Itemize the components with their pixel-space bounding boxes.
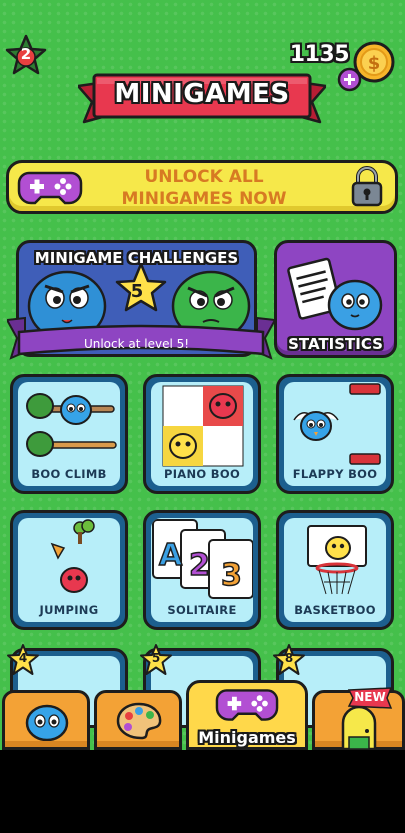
- tile-inner: BOO CLIMB: [18, 382, 120, 486]
- coin-count: 1135: [289, 42, 350, 67]
- nav-minigames-label: Minigames: [198, 728, 296, 747]
- paint-palette-icon: [116, 702, 162, 740]
- level-number: 2: [20, 45, 32, 63]
- game-tile-jumping[interactable]: JUMPING: [10, 510, 128, 630]
- boo-climb-artwork: [26, 393, 117, 457]
- solitaire-card-2: 2: [188, 547, 210, 584]
- challenges-unlock-text: Unlock at level 5!: [83, 337, 190, 351]
- game-label: BOO CLIMB: [31, 467, 107, 481]
- game-tile-piano-boo[interactable]: PIANO BOO: [143, 374, 261, 494]
- game-tile-flappy-boo[interactable]: FLAPPY BOO: [276, 374, 394, 494]
- jumping-artwork: [50, 519, 95, 593]
- basketboo-artwork: [307, 525, 367, 595]
- tile-inner: PIANO BOO: [151, 382, 253, 486]
- nav-tab-pet[interactable]: [2, 690, 90, 750]
- game-label: FLAPPY BOO: [292, 467, 378, 481]
- gamepad-icon: [17, 171, 83, 205]
- flappy-boo-artwork: [293, 383, 381, 465]
- game-tile-boo-climb[interactable]: BOO CLIMB: [10, 374, 128, 494]
- boo-face-icon: [25, 704, 69, 741]
- game-label: SOLITAIRE: [167, 603, 237, 617]
- solitaire-card-a: A: [158, 537, 183, 574]
- game-label: JUMPING: [39, 603, 99, 617]
- game-tile-solitaire[interactable]: A 2 3 SOLITAIRE: [143, 510, 261, 630]
- tile-inner: A 2 3 SOLITAIRE: [151, 518, 253, 622]
- required-level: 4: [18, 651, 28, 665]
- game-tile-basketboo[interactable]: BASKETBOO: [276, 510, 394, 630]
- unlock-all-label: UNLOCK ALL MINIGAMES NOW: [121, 167, 287, 209]
- statistics-button[interactable]: STATISTICS: [274, 240, 397, 358]
- tile-inner: FLAPPY BOO: [284, 382, 386, 486]
- statistics-label: STATISTICS: [288, 335, 383, 353]
- add-coins-plus-icon[interactable]: [337, 67, 362, 92]
- challenges-star-number: 5: [130, 281, 144, 302]
- padlock-icon: [351, 166, 383, 207]
- solitaire-card-3: 3: [220, 557, 242, 594]
- tile-inner: BASKETBOO: [284, 518, 386, 622]
- game-label: PIANO BOO: [163, 467, 241, 481]
- minigames-screen: 2 1135 $ MINIGAMES UNLOCK ALL MINIGAMES …: [0, 0, 405, 750]
- svg-text:$: $: [368, 53, 381, 74]
- door-icon: [341, 707, 377, 749]
- challenges-title: MINIGAME CHALLENGES: [34, 249, 239, 267]
- required-level: 8: [284, 651, 294, 665]
- unlock-all-button[interactable]: UNLOCK ALL MINIGAMES NOW: [6, 160, 398, 214]
- tile-inner: JUMPING: [18, 518, 120, 622]
- piano-boo-artwork: [162, 385, 244, 467]
- gamepad-icon: [215, 689, 279, 721]
- required-level: 5: [151, 651, 161, 665]
- new-badge-label: NEW: [354, 690, 386, 704]
- game-label: BASKETBOO: [294, 603, 376, 617]
- statistics-artwork: [287, 257, 383, 331]
- nav-tab-customize[interactable]: [94, 690, 182, 750]
- page-title: MINIGAMES: [114, 79, 290, 109]
- minigame-challenges-card[interactable]: MINIGAME CHALLENGES 5 Unlock at level 5!: [7, 240, 275, 360]
